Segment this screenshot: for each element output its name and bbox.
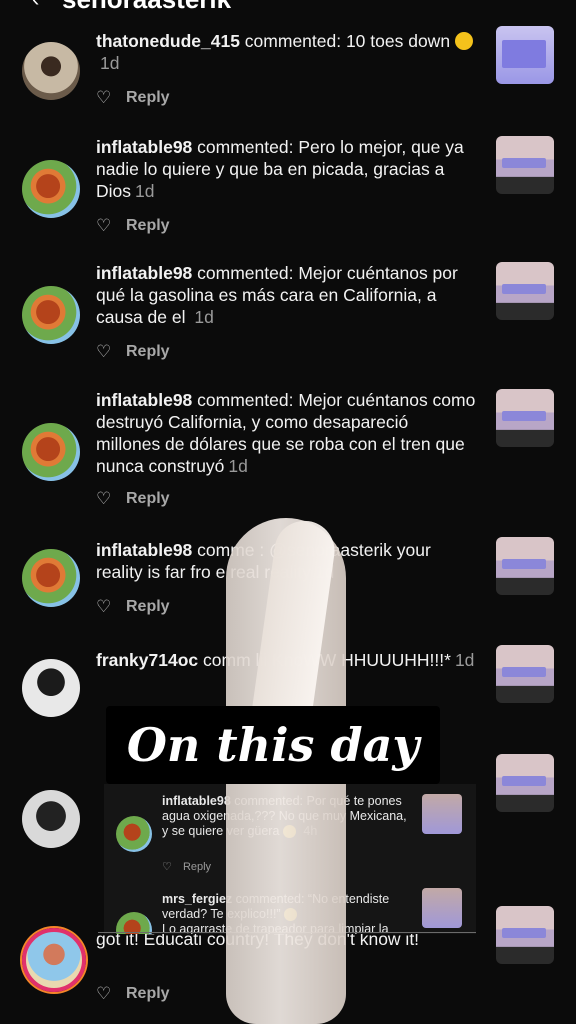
comment-text: inflatable98 commented: Mejor cuéntanos … xyxy=(96,262,476,328)
heart-outline-icon[interactable]: ♡ xyxy=(96,489,114,509)
video-thumbnail[interactable] xyxy=(496,537,554,595)
heart-outline-icon[interactable]: ♡ xyxy=(96,342,114,362)
comment-username: inflatable98 xyxy=(162,794,231,808)
comment-time: 1d xyxy=(100,53,120,73)
comment-time: 1d xyxy=(194,307,214,327)
video-thumbnail[interactable] xyxy=(496,136,554,194)
comment-username: mrs_fergiez xyxy=(162,892,233,906)
comment-username[interactable]: inflatable98 xyxy=(96,137,192,157)
heart-outline-icon[interactable]: ♡ xyxy=(96,88,114,108)
video-thumbnail[interactable] xyxy=(496,262,554,320)
comment-username[interactable]: franky714oc xyxy=(96,650,198,670)
reply-button[interactable]: Reply xyxy=(126,217,170,234)
avatar[interactable] xyxy=(22,160,80,218)
comment-time: 1d xyxy=(454,650,475,670)
heart-outline-icon[interactable]: ♡ xyxy=(96,216,114,236)
comment-actions: ♡ Reply xyxy=(96,216,170,236)
video-thumbnail xyxy=(422,888,462,928)
comment-actions: ♡ Reply xyxy=(96,88,170,108)
avatar[interactable] xyxy=(22,659,80,717)
reply-button[interactable]: Reply xyxy=(126,985,170,1002)
avatar xyxy=(116,912,152,934)
avatar[interactable] xyxy=(22,286,80,344)
comment-time: 1d xyxy=(228,456,248,476)
avatar[interactable] xyxy=(22,423,80,481)
banner-title: On this day xyxy=(126,718,420,772)
avatar[interactable] xyxy=(22,549,80,607)
page-title: senoraasterik xyxy=(62,0,231,12)
reply-button[interactable]: Reply xyxy=(126,89,170,106)
chevron-left-icon[interactable]: ‹ xyxy=(32,0,39,10)
comment-text: inflatable98 commented: Mejor cuéntanos … xyxy=(96,389,476,477)
comment-username[interactable]: inflatable98 xyxy=(96,390,192,410)
video-thumbnail[interactable] xyxy=(496,754,554,812)
comment-actions: ♡ Reply xyxy=(96,489,170,509)
heart-outline-icon: ♡ xyxy=(162,861,172,873)
video-thumbnail xyxy=(422,794,462,834)
comment-actions: ♡ Reply xyxy=(96,597,170,617)
comment-time: 1d xyxy=(135,181,155,201)
heart-outline-icon[interactable]: ♡ xyxy=(96,597,114,617)
comment-actions: ♡ Reply xyxy=(162,860,211,873)
video-thumbnail[interactable] xyxy=(496,389,554,447)
video-thumbnail[interactable] xyxy=(496,906,554,964)
reply-button[interactable]: Reply xyxy=(126,343,170,360)
comment-actions: ♡ Reply xyxy=(96,342,170,362)
comment-username[interactable]: inflatable98 xyxy=(96,263,192,283)
comment-text: thatonedude_415 commented: 10 toes down … xyxy=(96,30,476,74)
story-avatar[interactable] xyxy=(22,928,86,992)
emoji-icon xyxy=(454,32,473,50)
comment-body: commented: 10 toes down xyxy=(239,31,455,51)
reply-button[interactable]: Reply xyxy=(126,490,170,507)
on-this-day-banner: On this day xyxy=(106,706,440,784)
reply-button[interactable]: Reply xyxy=(126,598,170,615)
heart-outline-icon[interactable]: ♡ xyxy=(96,984,114,1004)
video-thumbnail[interactable] xyxy=(496,26,554,84)
avatar[interactable] xyxy=(22,790,80,848)
header: ‹ senoraasterik xyxy=(0,0,576,12)
comment-username[interactable]: thatonedude_415 xyxy=(96,31,240,51)
video-thumbnail[interactable] xyxy=(496,645,554,703)
avatar[interactable] xyxy=(22,42,80,100)
avatar xyxy=(116,816,152,852)
reply-button: Reply xyxy=(182,861,212,873)
comment-text: inflatable98 commented: Pero lo mejor, q… xyxy=(96,136,476,202)
comment-username[interactable]: inflatable98 xyxy=(96,540,192,560)
comment-actions: ♡ Reply xyxy=(96,984,170,1004)
